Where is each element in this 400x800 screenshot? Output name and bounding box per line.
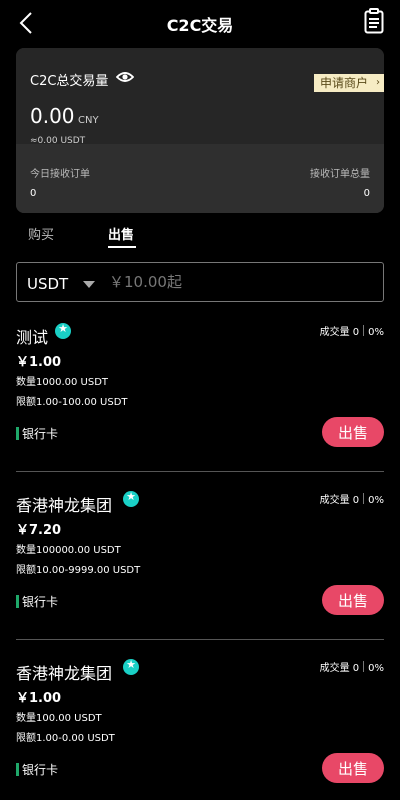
merchant-name: 香港神龙集团 bbox=[16, 496, 113, 515]
sell-button[interactable]: 出售 bbox=[322, 753, 384, 783]
completion-rate: 0% bbox=[368, 327, 384, 338]
trade-volume: 成交量 0 bbox=[319, 663, 360, 674]
apply-merchant-button[interactable]: 申请商户 › bbox=[313, 74, 384, 92]
offer-item: 香港神龙集团 成交量 0 0% ￥1.00 数量100.00 USDT 限额1.0… bbox=[16, 657, 384, 800]
order-list-icon[interactable] bbox=[364, 8, 384, 34]
merchant-name: 测试 bbox=[16, 328, 49, 347]
c2c-page: C2C交易 C2C总交易量 申请商户 › 0.00 CNY ≈0.00 USDT… bbox=[0, 0, 400, 800]
merchant-stats: 成交量 0 0% bbox=[320, 323, 384, 338]
offer-quantity: 数量100.00 USDT bbox=[16, 713, 102, 724]
eye-icon[interactable] bbox=[116, 70, 134, 84]
offer-price: ￥7.20 bbox=[16, 523, 62, 538]
trade-volume: 成交量 0 bbox=[319, 495, 360, 506]
today-orders-label: 今日接收订单 bbox=[30, 169, 90, 180]
total-orders-label: 接收订单总量 bbox=[310, 169, 370, 180]
verified-icon bbox=[123, 658, 139, 675]
verified-icon bbox=[55, 322, 71, 339]
tab-buy[interactable]: 购买 bbox=[28, 224, 54, 243]
merchant-stats: 成交量 0 0% bbox=[320, 659, 384, 674]
tab-sell[interactable]: 出售 bbox=[108, 224, 134, 243]
search-bar: USDT bbox=[16, 262, 384, 302]
merchant-name: 香港神龙集团 bbox=[16, 664, 113, 683]
offer-quantity: 数量1000.00 USDT bbox=[16, 377, 109, 388]
sell-button[interactable]: 出售 bbox=[322, 417, 384, 447]
coin-select[interactable]: USDT bbox=[27, 275, 68, 293]
volume-label: C2C总交易量 bbox=[30, 74, 109, 89]
payment-marker bbox=[16, 595, 19, 608]
payment-marker bbox=[16, 763, 19, 776]
header: C2C交易 bbox=[0, 0, 400, 46]
tab-active-indicator bbox=[108, 246, 136, 248]
completion-rate: 0% bbox=[368, 495, 384, 506]
offer-item: 香港神龙集团 成交量 0 0% ￥7.20 数量100000.00 USDT 限额… bbox=[16, 489, 384, 645]
stats-divider bbox=[363, 325, 365, 336]
volume-unit: CNY bbox=[78, 115, 99, 126]
offer-quantity: 数量100000.00 USDT bbox=[16, 545, 121, 556]
total-orders-value: 0 bbox=[363, 188, 370, 199]
verified-icon bbox=[123, 490, 139, 507]
amount-input[interactable] bbox=[109, 271, 369, 293]
trade-volume: 成交量 0 bbox=[319, 327, 360, 338]
payment-method: 银行卡 bbox=[22, 427, 59, 441]
offer-price: ￥1.00 bbox=[16, 355, 62, 370]
sell-button[interactable]: 出售 bbox=[322, 585, 384, 615]
merchant-stats: 成交量 0 0% bbox=[320, 491, 384, 506]
payment-method: 银行卡 bbox=[22, 763, 59, 777]
offer-limit: 限额10.00-9999.00 USDT bbox=[16, 565, 141, 576]
completion-rate: 0% bbox=[368, 663, 384, 674]
offer-item: 测试 成交量 0 0% ￥1.00 数量1000.00 USDT 限额1.00-1… bbox=[16, 321, 384, 477]
divider bbox=[16, 639, 384, 640]
apply-merchant-label: 申请商户 bbox=[319, 76, 368, 90]
chevron-right-icon: › bbox=[376, 77, 380, 88]
stats-divider bbox=[363, 661, 365, 672]
volume-value: 0.00 bbox=[30, 104, 75, 128]
today-orders-value: 0 bbox=[30, 188, 37, 199]
offer-price: ￥1.00 bbox=[16, 691, 62, 706]
caret-down-icon[interactable] bbox=[83, 281, 95, 288]
volume-usdt: ≈0.00 USDT bbox=[30, 136, 86, 146]
payment-method: 银行卡 bbox=[22, 595, 59, 609]
page-title: C2C交易 bbox=[166, 16, 234, 35]
summary-top bbox=[16, 48, 384, 144]
offer-limit: 限额1.00-100.00 USDT bbox=[16, 397, 128, 408]
payment-marker bbox=[16, 427, 19, 440]
offer-limit: 限额1.00-0.00 USDT bbox=[16, 733, 115, 744]
divider bbox=[16, 471, 384, 472]
summary-card: C2C总交易量 申请商户 › 0.00 CNY ≈0.00 USDT 今日接收订… bbox=[16, 48, 384, 213]
stats-divider bbox=[363, 493, 365, 504]
